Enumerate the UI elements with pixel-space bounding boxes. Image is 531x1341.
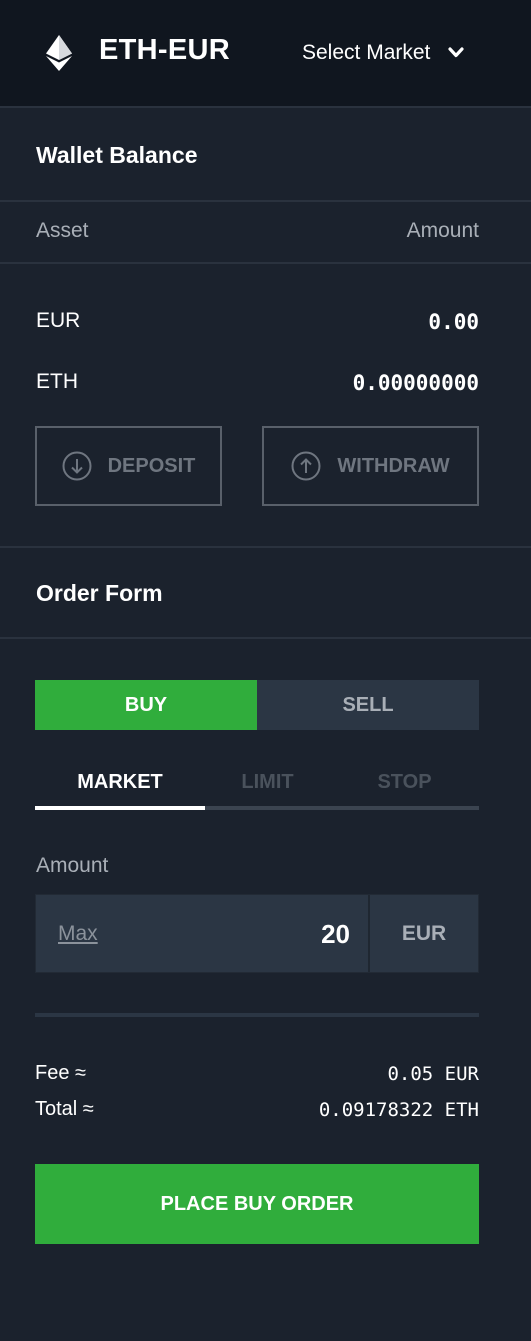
tab-stop[interactable]: STOP [330,760,479,804]
fee-value: 0.05 EUR [387,1063,479,1085]
arrow-down-circle-icon [62,451,92,481]
amount-label: Amount [36,854,109,877]
arrow-up-circle-icon [291,451,321,481]
deposit-label: DEPOSIT [107,454,196,477]
tab-limit[interactable]: LIMIT [205,760,330,804]
order-form-title: Order Form [36,580,163,606]
deposit-button[interactable]: DEPOSIT [35,426,222,506]
order-type-tabs: MARKET LIMIT STOP [35,760,479,812]
chevron-down-icon [448,47,464,58]
ethereum-icon [46,35,72,71]
wallet-balance-title: Wallet Balance [36,142,198,168]
place-buy-order-button[interactable]: PLACE BUY ORDER [35,1164,479,1244]
fee-label: Fee ≈ [35,1062,86,1084]
max-link[interactable]: Max [58,922,98,946]
column-header-amount: Amount [406,219,479,242]
tab-active-indicator [35,806,205,810]
sell-button[interactable]: SELL [257,680,479,730]
divider [35,1013,479,1017]
amount-field: Max EUR [35,894,479,973]
market-pair-title: ETH-EUR [99,34,230,66]
amount-input[interactable] [136,913,350,955]
total-value: 0.09178322 ETH [318,1099,479,1121]
tab-market[interactable]: MARKET [35,760,205,804]
balance-asset-eth: ETH [36,370,78,393]
balance-amount-eur: 0.00 [428,310,479,334]
app-header: ETH-EUR Select Market [0,0,531,108]
divider [0,200,531,202]
balance-amount-eth: 0.00000000 [352,371,479,395]
divider [0,637,531,639]
buy-sell-toggle: BUY SELL [35,680,479,730]
amount-currency: EUR [368,895,478,972]
select-market-dropdown[interactable]: Select Market [302,39,464,67]
select-market-label: Select Market [302,41,431,64]
balance-asset-eur: EUR [36,309,81,332]
column-header-asset: Asset [36,219,89,242]
divider [0,262,531,264]
buy-button[interactable]: BUY [35,680,257,730]
total-label: Total ≈ [35,1098,94,1120]
divider [0,546,531,548]
withdraw-button[interactable]: WITHDRAW [262,426,479,506]
withdraw-label: WITHDRAW [337,454,450,477]
